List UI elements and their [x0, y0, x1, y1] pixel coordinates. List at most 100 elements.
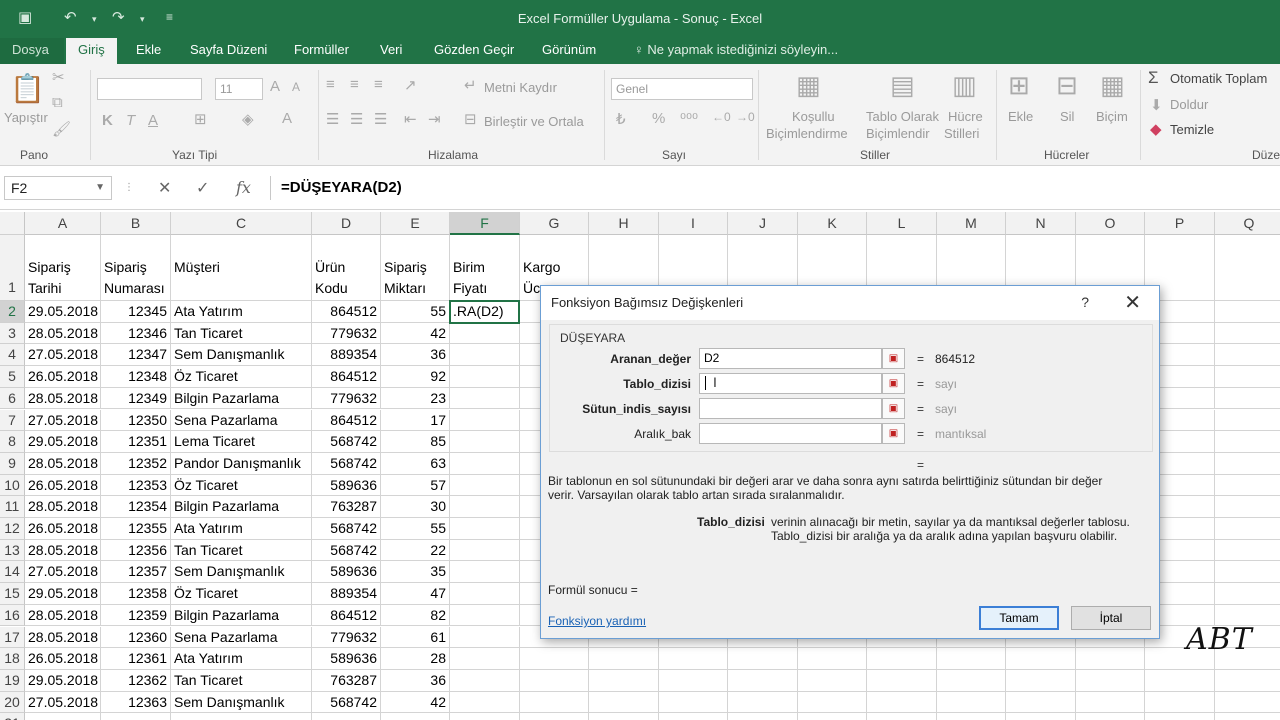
cell-e19[interactable]: 36: [381, 669, 450, 692]
cell-e6[interactable]: 23: [381, 387, 450, 410]
orientation-icon[interactable]: ↗: [404, 76, 417, 94]
cell-b5[interactable]: 12348: [101, 366, 171, 388]
tab-file[interactable]: Dosya: [0, 38, 64, 64]
column-header-p[interactable]: P: [1145, 212, 1215, 235]
cell-d15[interactable]: 889354: [312, 583, 381, 605]
cell-b16[interactable]: 12359: [101, 604, 171, 627]
cell-c20[interactable]: Sem Danışmanlık: [171, 691, 312, 714]
cell-c21[interactable]: [171, 713, 312, 720]
format-as-table-label-1[interactable]: Tablo Olarak: [866, 109, 939, 124]
cell-q1[interactable]: [1215, 235, 1280, 301]
cell-b15[interactable]: 12358: [101, 583, 171, 605]
row-header-13[interactable]: 13: [0, 539, 25, 562]
cell-b14[interactable]: 12357: [101, 561, 171, 584]
collapse-dialog-icon[interactable]: ▣: [882, 348, 905, 369]
argument-input[interactable]: D2: [699, 348, 882, 369]
column-header-f[interactable]: F: [450, 212, 520, 235]
cell-g21[interactable]: [520, 713, 589, 720]
cell-o21[interactable]: [1076, 713, 1145, 720]
paste-button[interactable]: Yapıştır: [4, 110, 48, 125]
cell-q15[interactable]: [1215, 583, 1280, 605]
percent-icon[interactable]: %: [652, 110, 665, 127]
cell-d14[interactable]: 589636: [312, 561, 381, 584]
cell-b19[interactable]: 12362: [101, 669, 171, 692]
cell-c18[interactable]: Ata Yatırım: [171, 648, 312, 670]
ok-button[interactable]: Tamam: [979, 606, 1059, 630]
function-help-link[interactable]: Fonksiyon yardımı: [548, 614, 646, 628]
row-header-17[interactable]: 17: [0, 626, 25, 649]
name-box[interactable]: F2 ▼: [4, 176, 112, 200]
cell-h21[interactable]: [589, 713, 659, 720]
comma-style-icon[interactable]: ⁰⁰⁰: [680, 110, 698, 128]
cell-a8[interactable]: 29.05.2018: [25, 431, 101, 453]
tab-insert[interactable]: Ekle: [124, 38, 173, 64]
cell-a11[interactable]: 28.05.2018: [25, 496, 101, 518]
cell-f15[interactable]: [450, 583, 520, 605]
cell-c5[interactable]: Öz Ticaret: [171, 366, 312, 388]
cell-j18[interactable]: [728, 648, 798, 670]
column-header-n[interactable]: N: [1006, 212, 1076, 235]
chevron-down-icon[interactable]: ▼: [95, 177, 105, 199]
cell-c4[interactable]: Sem Danışmanlık: [171, 344, 312, 367]
formula-input[interactable]: =DÜŞEYARA(D2): [270, 176, 1276, 200]
cell-a17[interactable]: 28.05.2018: [25, 626, 101, 649]
cell-c1[interactable]: Müşteri: [171, 235, 312, 301]
cell-n20[interactable]: [1006, 691, 1076, 714]
cell-c8[interactable]: Lema Ticaret: [171, 431, 312, 453]
cell-d4[interactable]: 889354: [312, 344, 381, 367]
collapse-dialog-icon[interactable]: ▣: [882, 398, 905, 419]
argument-input[interactable]: [699, 373, 882, 394]
cut-icon[interactable]: ✂: [52, 68, 65, 86]
cell-d19[interactable]: 763287: [312, 669, 381, 692]
cell-q9[interactable]: [1215, 453, 1280, 475]
row-header-15[interactable]: 15: [0, 583, 25, 605]
cell-b20[interactable]: 12363: [101, 691, 171, 714]
cell-b18[interactable]: 12361: [101, 648, 171, 670]
row-header-5[interactable]: 5: [0, 366, 25, 388]
cell-d7[interactable]: 864512: [312, 409, 381, 432]
cell-a7[interactable]: 27.05.2018: [25, 409, 101, 432]
column-header-b[interactable]: B: [101, 212, 171, 235]
format-painter-icon[interactable]: 🖌: [52, 120, 71, 138]
row-header-10[interactable]: 10: [0, 474, 25, 497]
cell-q21[interactable]: [1215, 713, 1280, 720]
cell-h20[interactable]: [589, 691, 659, 714]
column-header-c[interactable]: C: [171, 212, 312, 235]
row-header-19[interactable]: 19: [0, 669, 25, 692]
cell-a5[interactable]: 26.05.2018: [25, 366, 101, 388]
row-header-21[interactable]: 21: [0, 713, 25, 720]
cell-f14[interactable]: [450, 561, 520, 584]
cell-e3[interactable]: 42: [381, 322, 450, 345]
cell-i18[interactable]: [659, 648, 728, 670]
cell-a12[interactable]: 26.05.2018: [25, 518, 101, 540]
cell-e17[interactable]: 61: [381, 626, 450, 649]
cell-l19[interactable]: [867, 669, 937, 692]
argument-input[interactable]: [699, 423, 882, 444]
cell-c15[interactable]: Öz Ticaret: [171, 583, 312, 605]
copy-icon[interactable]: ⧉: [52, 94, 63, 111]
cell-a1[interactable]: Sipariş Tarihi: [25, 235, 101, 301]
font-size-box[interactable]: 11: [215, 78, 263, 100]
cell-f6[interactable]: [450, 387, 520, 410]
cell-p21[interactable]: [1145, 713, 1215, 720]
insert-cells-button[interactable]: Ekle: [1008, 109, 1033, 124]
cell-a18[interactable]: 26.05.2018: [25, 648, 101, 670]
tab-view[interactable]: Görünüm: [530, 38, 608, 64]
cell-f11[interactable]: [450, 496, 520, 518]
cell-f8[interactable]: [450, 431, 520, 453]
cell-a16[interactable]: 28.05.2018: [25, 604, 101, 627]
cell-e9[interactable]: 63: [381, 452, 450, 475]
cell-m20[interactable]: [937, 691, 1006, 714]
cell-q8[interactable]: [1215, 431, 1280, 453]
cell-q5[interactable]: [1215, 366, 1280, 388]
cell-styles-label-2[interactable]: Stilleri: [944, 126, 979, 141]
format-as-table-label-2[interactable]: Biçimlendir: [866, 126, 930, 141]
cell-f12[interactable]: [450, 518, 520, 540]
cell-e18[interactable]: 28: [381, 648, 450, 670]
cell-d9[interactable]: 568742: [312, 452, 381, 475]
cell-d2[interactable]: 864512: [312, 301, 381, 323]
cell-c2[interactable]: Ata Yatırım: [171, 301, 312, 323]
cell-q13[interactable]: [1215, 540, 1280, 562]
cell-a15[interactable]: 29.05.2018: [25, 583, 101, 605]
cell-h18[interactable]: [589, 648, 659, 670]
